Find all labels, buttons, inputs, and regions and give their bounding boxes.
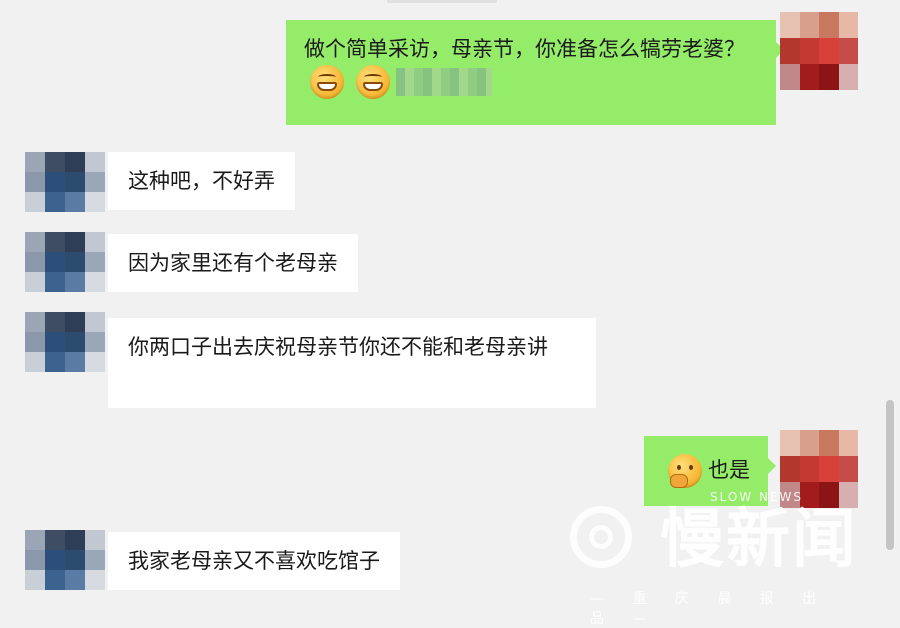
message-text: 这种吧，不好弄 — [128, 169, 275, 193]
avatar-contact[interactable] — [25, 232, 105, 292]
message-bubble-incoming[interactable]: 这种吧，不好弄 — [108, 152, 295, 210]
thinking-face-icon — [668, 454, 702, 488]
message-text: 做个简单采访，母亲节，你准备怎么犒劳老婆？ — [304, 37, 745, 61]
message-text: 我家老母亲又不喜欢吃馆子 — [128, 549, 380, 573]
message-bubble-incoming[interactable]: 因为家里还有个老母亲 — [108, 234, 358, 292]
message-bubble-incoming[interactable]: 我家老母亲又不喜欢吃馆子 — [108, 532, 400, 590]
message-text: 因为家里还有个老母亲 — [128, 251, 338, 275]
redacted-text — [396, 68, 492, 96]
message-bubble-outgoing[interactable]: 也是 — [644, 436, 776, 506]
message-bubble-incoming[interactable]: 你两口子出去庆祝母亲节你还不能和老母亲讲 — [108, 318, 596, 408]
message-text: 也是 — [708, 458, 750, 482]
avatar-self[interactable] — [780, 12, 858, 90]
avatar-contact[interactable] — [25, 152, 105, 212]
chat-window: 做个简单采访，母亲节，你准备怎么犒劳老婆？ 这种吧，不好弄 因为家里还有个老母亲… — [0, 0, 900, 627]
avatar-self[interactable] — [780, 430, 858, 508]
message-bubble-outgoing[interactable]: 做个简单采访，母亲节，你准备怎么犒劳老婆？ — [286, 20, 784, 125]
grin-icon — [310, 65, 344, 99]
scrollbar-thumb[interactable] — [886, 400, 894, 550]
top-divider — [387, 0, 497, 3]
grin-icon — [356, 65, 390, 99]
watermark-tagline: — 重 庆 晨 报 出 品 — — [590, 591, 829, 627]
slow-news-logo-icon — [570, 506, 632, 568]
scrollbar[interactable] — [886, 400, 894, 560]
watermark: SLOW NEWS 慢新闻 — 重 庆 晨 报 出 品 — — [570, 490, 870, 627]
watermark-brand-cn: 慢新闻 — [660, 503, 858, 577]
avatar-contact[interactable] — [25, 530, 105, 590]
avatar-contact[interactable] — [25, 312, 105, 372]
message-text: 你两口子出去庆祝母亲节你还不能和老母亲讲 — [128, 335, 548, 359]
